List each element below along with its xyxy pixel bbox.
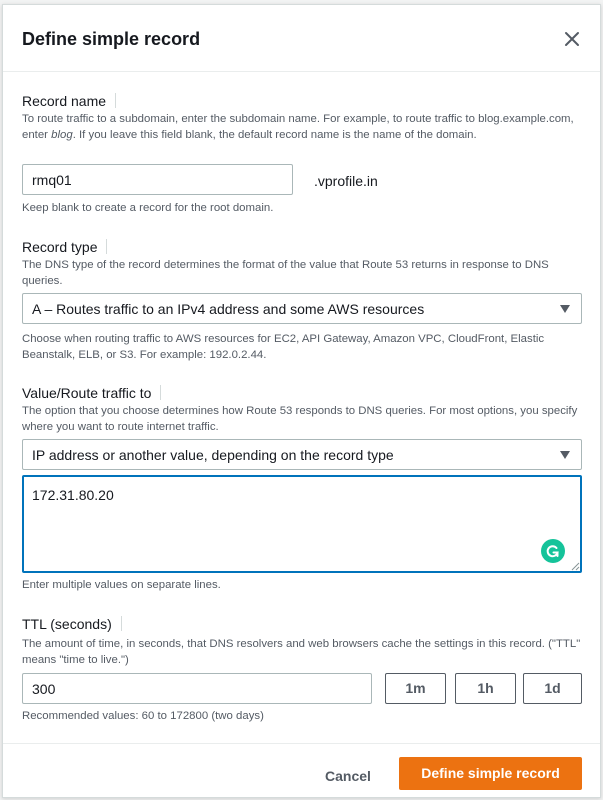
info-divider [115,93,117,108]
dialog-header: Define simple record [3,5,600,72]
record-name-description: To route traffic to a subdomain, enter t… [22,113,574,141]
dialog-title: Define simple record [22,29,201,49]
record-type-hint: Choose when routing traffic to AWS resou… [22,333,545,361]
define-simple-record-dialog: Define simple record Record name To rout… [2,4,601,798]
value-textarea[interactable]: 172.31.80.20 [22,475,582,573]
route-traffic-selected: IP address or another value, depending o… [32,447,394,463]
record-name-input[interactable]: rmq01 [22,164,293,195]
value-route-label: Value/Route traffic to [22,385,162,401]
caret-down-icon [560,305,570,313]
record-type-select[interactable]: A – Routes traffic to an IPv4 address an… [22,293,582,324]
record-name-hint: Keep blank to create a record for the ro… [22,202,274,214]
ttl-label: TTL (seconds) [22,616,122,632]
footer-divider [3,743,600,744]
record-type-description: The DNS type of the record determines th… [22,259,549,287]
ttl-1m-button[interactable]: 1m [385,673,446,704]
resize-handle-icon[interactable] [570,561,580,571]
ttl-hint: Recommended values: 60 to 172800 (two da… [22,710,264,722]
info-divider [160,385,162,400]
caret-down-icon [560,451,570,459]
record-name-label: Record name [22,93,117,109]
grammarly-icon[interactable] [541,539,565,563]
info-divider [120,616,122,631]
value-route-description: The option that you choose determines ho… [22,405,578,433]
ttl-input[interactable]: 300 [22,673,372,704]
ttl-1d-button[interactable]: 1d [523,673,582,704]
ttl-description: The amount of time, in seconds, that DNS… [22,638,581,666]
value-hint: Enter multiple values on separate lines. [22,579,221,591]
route-traffic-select[interactable]: IP address or another value, depending o… [22,439,582,470]
record-type-label: Record type [22,239,108,255]
cancel-button[interactable]: Cancel [317,762,379,790]
domain-suffix: .vprofile.in [314,173,378,189]
ttl-1h-button[interactable]: 1h [455,673,516,704]
define-simple-record-button[interactable]: Define simple record [399,757,582,790]
info-divider [106,239,108,254]
close-icon[interactable] [563,30,581,48]
record-type-selected: A – Routes traffic to an IPv4 address an… [32,301,425,317]
